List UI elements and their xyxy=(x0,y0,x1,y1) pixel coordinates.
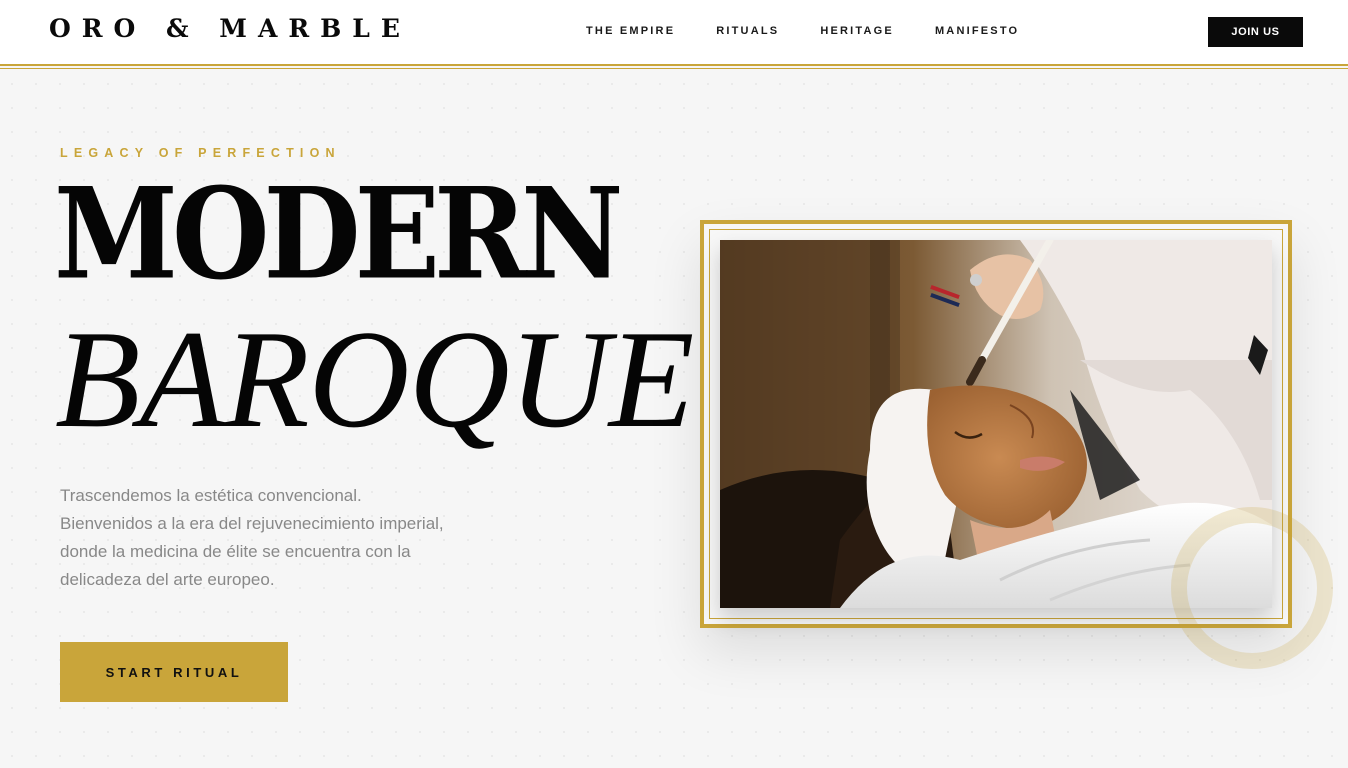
brand-logo[interactable]: ORO & MARBLE xyxy=(49,14,411,43)
hero-description: Trascendemos la estética convencional. B… xyxy=(60,482,530,594)
hero-description-line: Trascendemos la estética convencional. xyxy=(60,486,362,505)
start-ritual-button[interactable]: START RITUAL xyxy=(60,642,288,702)
nav-item-the-empire[interactable]: THE EMPIRE xyxy=(586,25,675,37)
header-gold-rule-thin xyxy=(0,68,1348,69)
nav-item-manifesto[interactable]: MANIFESTO xyxy=(935,25,1019,37)
decorative-gold-ring xyxy=(1171,507,1333,669)
hero-description-line: delicadeza del arte europeo. xyxy=(60,570,275,589)
hero-headline-line2: BAROQUE xyxy=(55,302,694,457)
hero-description-line: donde la medicina de élite se encuentra … xyxy=(60,542,411,561)
hero-description-line: Bienvenidos a la era del rejuvenecimient… xyxy=(60,514,444,533)
hero-headline-line1: MODERN xyxy=(54,160,623,308)
join-us-button[interactable]: JOIN US xyxy=(1208,17,1303,47)
nav-item-heritage[interactable]: HERITAGE xyxy=(820,25,894,37)
nav-item-rituals[interactable]: RITUALS xyxy=(716,25,779,37)
hero-eyebrow: LEGACY OF PERFECTION xyxy=(60,146,341,160)
main-nav: THE EMPIRE RITUALS HERITAGE MANIFESTO xyxy=(586,25,1019,37)
header-gold-rule xyxy=(0,64,1348,66)
site-header: ORO & MARBLE THE EMPIRE RITUALS HERITAGE… xyxy=(0,0,1348,64)
